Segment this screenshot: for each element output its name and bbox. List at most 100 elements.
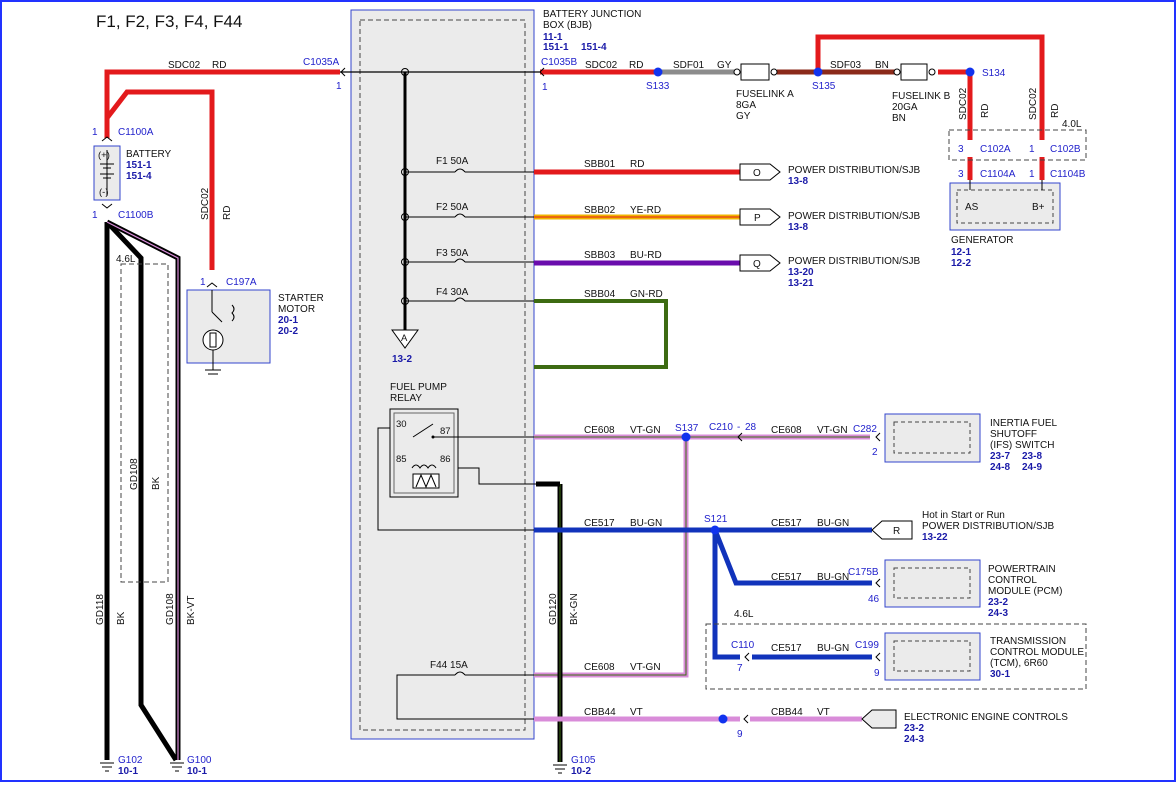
c197a-chevron (206, 282, 218, 288)
c102a-pin: 3 (958, 144, 964, 155)
pd-r-line2: POWER DISTRIBUTION/SJB (922, 521, 1055, 532)
sdf01-circuit: SDF01 (673, 60, 705, 71)
sdf01-color: GY (717, 60, 732, 71)
ground-g105-ref: 10-2 (571, 766, 591, 777)
relay-pin-86: 86 (440, 454, 451, 465)
generator-bplus: B+ (1032, 202, 1045, 213)
ce608-color-2: VT-GN (817, 425, 848, 436)
eec-ref-2: 24-3 (904, 734, 924, 745)
gd108-inner-circuit: GD108 (129, 458, 140, 490)
gd108-inner-color: BK (151, 476, 162, 490)
fuselink-a-name: FUSELINK A (736, 89, 794, 100)
fuselink-b (893, 63, 936, 81)
sbb03-color: BU-RD (630, 250, 662, 261)
wire-ce517 (534, 527, 872, 660)
sbb02-color: YE-RD (630, 205, 661, 216)
c1100b-pin: 1 (92, 210, 98, 221)
connector-c282: C282 (853, 424, 877, 435)
sdf03-color: BN (875, 60, 889, 71)
splice-s134-label: S134 (982, 68, 1006, 79)
fuselink-a (733, 63, 778, 81)
tcm-line2: CONTROL MODULE (990, 647, 1084, 658)
pcm-ref-2: 24-3 (988, 608, 1008, 619)
connector-c1035a: C1035A (303, 57, 339, 68)
wire-ce608 (534, 434, 870, 678)
sdc02-color-top: RD (212, 60, 226, 71)
cbb44-color-1: VT (630, 707, 643, 718)
fuselink-a-gauge: 8GA (736, 100, 756, 111)
c1035a-pin: 1 (336, 81, 342, 92)
gen-a-color: RD (980, 104, 991, 118)
c1035b-pin: 1 (542, 82, 548, 93)
generator-label: GENERATOR (951, 235, 1013, 246)
gen-b-circuit: SDC02 (1028, 87, 1039, 120)
ifs-ref-1: 23-7 (990, 451, 1010, 462)
ground-g100: G100 (187, 755, 212, 766)
c197a-pin: 1 (200, 277, 206, 288)
ground-g105-symbol (553, 764, 567, 774)
cbb44-circuit-1: CBB44 (584, 707, 616, 718)
tcm-line1: TRANSMISSION (990, 636, 1066, 647)
splice-s134 (965, 67, 975, 77)
pcm-line2: CONTROL (988, 575, 1037, 586)
pd-p-ref: 13-8 (788, 222, 808, 233)
c1100a-pin: 1 (92, 127, 98, 138)
c110-pin: 7 (737, 663, 743, 674)
generator-ref-2: 12-2 (951, 258, 971, 269)
starter-line1: STARTER (278, 293, 324, 304)
connector-c1100b: C1100B (118, 210, 154, 221)
gd118-color: BK (116, 611, 127, 625)
sbb04-color: GN-RD (630, 289, 663, 300)
splice-s137-label: S137 (675, 423, 699, 434)
ground-g102: G102 (118, 755, 143, 766)
sbb03-circuit: SBB03 (584, 250, 616, 261)
sdc02-color-bjb: RD (629, 60, 643, 71)
tcm-line3: (TCM), 6R60 (990, 658, 1048, 669)
c175b-pin: 46 (868, 594, 880, 605)
ce608-color-3: VT-GN (630, 662, 661, 673)
sbb02-circuit: SBB02 (584, 205, 616, 216)
wire-sdc02-gen-b (815, 34, 1045, 140)
connector-c102b: C102B (1050, 144, 1081, 155)
starter-line2: MOTOR (278, 304, 315, 315)
fuselink-a-color: GY (736, 111, 751, 122)
relay-pin-87: 87 (440, 426, 451, 437)
c175b-chevron (875, 578, 881, 588)
engine-4-6-tcm: 4.6L (734, 609, 754, 620)
eec-label: ELECTRONIC ENGINE CONTROLS (904, 712, 1068, 723)
fuse-f4-label: F4 30A (436, 287, 469, 298)
pcm-line3: MODULE (PCM) (988, 586, 1062, 597)
starter-ref-2: 20-2 (278, 326, 298, 337)
engine-4-6-left: 4.6L (116, 254, 136, 265)
fuse-f3-label: F3 50A (436, 248, 469, 259)
ground-g102-symbol (100, 762, 114, 772)
ifs-line1: INERTIA FUEL (990, 418, 1057, 429)
splice-s121 (710, 525, 720, 535)
eec-ref-1: 23-2 (904, 723, 924, 734)
cbb44-circuit-2: CBB44 (771, 707, 803, 718)
connector-c1100a: C1100A (118, 127, 154, 138)
c210-dash: - (737, 422, 740, 433)
starter-motor-box (186, 289, 271, 375)
c210-pin: 28 (745, 422, 757, 433)
ifs-line3: (IFS) SWITCH (990, 440, 1054, 451)
ref-a-link: 13-2 (392, 354, 412, 365)
battery-ref-2: 151-4 (126, 171, 152, 182)
sdc02-circuit-bjb: SDC02 (585, 60, 618, 71)
sbb04-circuit: SBB04 (584, 289, 616, 300)
ifs-ref-2: 23-8 (1022, 451, 1042, 462)
pd-p-label: POWER DISTRIBUTION/SJB (788, 211, 921, 222)
ground-wires-left (104, 219, 181, 762)
splice-s133 (653, 67, 663, 77)
generator-ref-1: 12-1 (951, 247, 971, 258)
connector-pd-r (871, 520, 913, 540)
ifs-ref-3: 24-8 (990, 462, 1010, 473)
bjb-title-line1: BATTERY JUNCTION (543, 9, 641, 20)
pd-q-ref-2: 13-21 (788, 278, 814, 289)
tcm-box (884, 632, 981, 681)
sbb01-circuit: SBB01 (584, 159, 616, 170)
fuse-f2-label: F2 50A (436, 202, 469, 213)
ce517-color-2: BU-GN (817, 518, 849, 529)
splice-s135-label: S135 (812, 81, 836, 92)
connector-c110: C110 (731, 640, 755, 651)
